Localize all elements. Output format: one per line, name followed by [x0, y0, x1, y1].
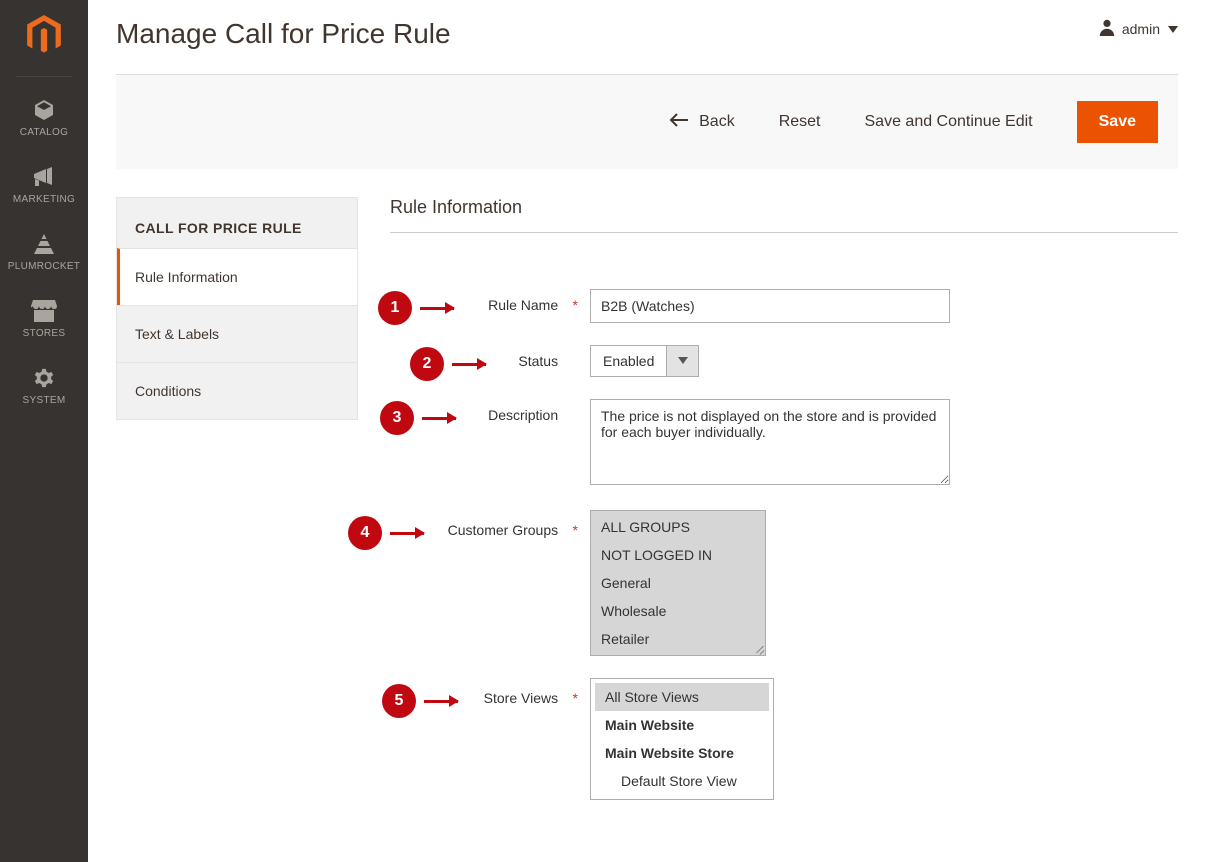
- annotation-badge: 5: [382, 684, 416, 718]
- rule-name-input[interactable]: [590, 289, 950, 323]
- tab-label: Rule Information: [135, 269, 238, 285]
- multiselect-option[interactable]: ALL GROUPS: [591, 513, 765, 541]
- annotation-3: 3: [380, 401, 456, 435]
- required-mark: *: [570, 522, 578, 538]
- tab-rule-information[interactable]: Rule Information: [117, 248, 357, 305]
- required-mark: *: [570, 297, 578, 313]
- store-option[interactable]: Main Website: [595, 711, 769, 739]
- save-continue-button[interactable]: Save and Continue Edit: [865, 113, 1033, 131]
- annotation-badge: 1: [378, 291, 412, 325]
- customer-groups-multiselect[interactable]: ALL GROUPS NOT LOGGED IN General Wholesa…: [590, 510, 766, 656]
- back-label: Back: [699, 113, 735, 131]
- required-mark: *: [570, 690, 578, 706]
- nav-catalog[interactable]: CATALOG: [0, 85, 88, 152]
- back-button[interactable]: Back: [669, 113, 735, 132]
- nav-marketing[interactable]: MARKETING: [0, 152, 88, 219]
- admin-sidebar: CATALOG MARKETING PLUMROCKET STORES SYST…: [0, 0, 88, 862]
- storefront-icon: [31, 298, 57, 324]
- magento-logo-icon: [24, 12, 64, 58]
- gear-icon: [33, 365, 55, 391]
- arrow-icon: [452, 363, 486, 366]
- annotation-5: 5: [382, 684, 458, 718]
- megaphone-icon: [32, 164, 56, 190]
- field-status: 2 Status Enabled: [390, 345, 1178, 377]
- nav-label: CATALOG: [20, 127, 68, 138]
- nav-label: SYSTEM: [23, 395, 66, 406]
- back-arrow-icon: [669, 113, 689, 132]
- description-textarea[interactable]: The price is not displayed on the store …: [590, 399, 950, 485]
- resize-handle-icon[interactable]: [752, 642, 764, 654]
- page-title: Manage Call for Price Rule: [116, 18, 451, 50]
- arrow-icon: [422, 417, 456, 420]
- form-panel: Rule Information 1 Rule Name *: [390, 197, 1178, 822]
- page-header: Manage Call for Price Rule admin: [88, 0, 1206, 50]
- label-text: Description: [488, 407, 558, 423]
- arrow-icon: [420, 307, 454, 310]
- annotation-4: 4: [348, 516, 424, 550]
- reset-label: Reset: [779, 113, 821, 131]
- caret-down-icon: [1168, 21, 1178, 37]
- nav-stores[interactable]: STORES: [0, 286, 88, 353]
- user-icon: [1098, 18, 1116, 39]
- label-text: Store Views: [484, 690, 558, 706]
- tab-text-labels[interactable]: Text & Labels: [117, 305, 357, 362]
- arrow-icon: [424, 700, 458, 703]
- multiselect-option[interactable]: NOT LOGGED IN: [591, 541, 765, 569]
- nav-plumrocket[interactable]: PLUMROCKET: [0, 219, 88, 286]
- tab-label: Conditions: [135, 383, 201, 399]
- nav-system[interactable]: SYSTEM: [0, 353, 88, 420]
- main: Manage Call for Price Rule admin Back Re…: [88, 0, 1206, 862]
- nav-label: PLUMROCKET: [8, 261, 80, 272]
- annotation-2: 2: [410, 347, 486, 381]
- admin-user-menu[interactable]: admin: [1098, 18, 1178, 39]
- tabs-panel: CALL FOR PRICE RULE Rule Information Tex…: [116, 197, 358, 420]
- field-customer-groups: 4 Customer Groups * ALL GROUPS NOT LOGGE…: [390, 510, 1178, 656]
- label-text: Status: [518, 353, 558, 369]
- nav-label: MARKETING: [13, 194, 75, 205]
- tabs-title: CALL FOR PRICE RULE: [117, 198, 357, 248]
- admin-username: admin: [1122, 21, 1160, 37]
- annotation-badge: 4: [348, 516, 382, 550]
- annotation-1: 1: [378, 291, 454, 325]
- nav-label: STORES: [23, 328, 66, 339]
- arrow-icon: [390, 532, 424, 535]
- status-select[interactable]: Enabled: [590, 345, 699, 377]
- store-option[interactable]: Main Website Store: [595, 739, 769, 767]
- field-description: 3 Description The price is not displayed…: [390, 399, 1178, 488]
- tab-label: Text & Labels: [135, 326, 219, 342]
- field-rule-name: 1 Rule Name *: [390, 289, 1178, 323]
- annotation-badge: 2: [410, 347, 444, 381]
- store-option[interactable]: Default Store View: [595, 767, 769, 795]
- chevron-down-icon: [666, 346, 698, 376]
- reset-button[interactable]: Reset: [779, 113, 821, 131]
- status-value: Enabled: [591, 346, 666, 376]
- annotation-badge: 3: [380, 401, 414, 435]
- tab-conditions[interactable]: Conditions: [117, 362, 357, 419]
- store-views-multiselect[interactable]: All Store Views Main Website Main Websit…: [590, 678, 774, 800]
- multiselect-option[interactable]: General: [591, 569, 765, 597]
- content: CALL FOR PRICE RULE Rule Information Tex…: [88, 169, 1206, 862]
- cube-icon: [32, 97, 56, 123]
- section-title: Rule Information: [390, 197, 1178, 233]
- label-text: Customer Groups: [448, 522, 558, 538]
- multiselect-option[interactable]: Retailer: [591, 625, 765, 653]
- action-bar: Back Reset Save and Continue Edit Save: [116, 74, 1178, 169]
- pyramid-icon: [32, 231, 56, 257]
- label-text: Rule Name: [488, 297, 558, 313]
- save-button[interactable]: Save: [1077, 101, 1158, 143]
- field-store-views: 5 Store Views * All Store Views Main Web…: [390, 678, 1178, 800]
- save-continue-label: Save and Continue Edit: [865, 113, 1033, 131]
- divider: [16, 76, 72, 77]
- store-option[interactable]: All Store Views: [595, 683, 769, 711]
- multiselect-option[interactable]: Wholesale: [591, 597, 765, 625]
